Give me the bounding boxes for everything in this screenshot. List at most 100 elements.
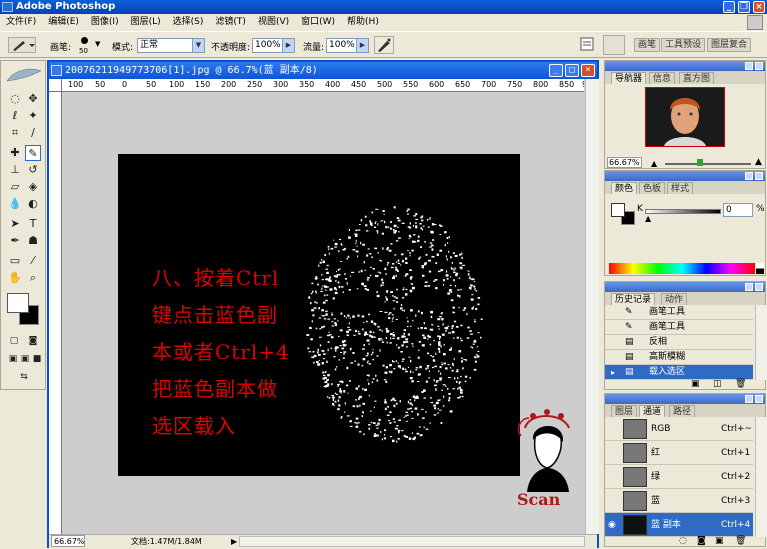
delete-icon[interactable]: 🗑 xyxy=(735,379,746,389)
doc-maximize-icon[interactable]: □ xyxy=(565,64,579,77)
channel-row-selected[interactable]: ◉ 蓝 副本 Ctrl+4 xyxy=(605,513,753,537)
slider-thumb[interactable] xyxy=(697,159,703,166)
doc-close-icon[interactable]: × xyxy=(581,64,595,77)
zoom-out-icon[interactable]: ▲ xyxy=(651,159,657,168)
palette-minimize-icon[interactable] xyxy=(745,395,753,403)
eraser-tool-icon[interactable]: ▱ xyxy=(7,179,23,195)
dodge-tool-icon[interactable]: ◐ xyxy=(25,196,41,212)
history-item[interactable]: ▤ 反相 xyxy=(605,335,753,350)
well-tab-brushes[interactable]: 画笔 xyxy=(634,38,661,52)
custom-shape-tool-icon[interactable]: ☗ xyxy=(25,233,41,249)
channel-row[interactable]: RGB Ctrl+~ xyxy=(605,417,753,441)
healing-brush-tool-icon[interactable]: ✚ xyxy=(7,145,23,161)
tab-channels[interactable]: 通道 xyxy=(639,405,666,417)
menu-edit[interactable]: 编辑(E) xyxy=(42,14,85,31)
horizontal-ruler[interactable]: 100 50 0 50 100 150 200 250 300 350 400 … xyxy=(62,79,584,92)
history-item[interactable]: ▤ 高斯模糊 xyxy=(605,350,753,365)
foreground-color-swatch[interactable] xyxy=(7,293,29,313)
tab-navigator[interactable]: 导航器 xyxy=(611,72,647,84)
k-value-field[interactable]: 0 xyxy=(723,203,753,217)
zoom-in-icon[interactable]: ▲ xyxy=(755,157,762,167)
navigator-preview[interactable] xyxy=(645,87,725,147)
menu-image[interactable]: 图像(I) xyxy=(85,14,125,31)
navigator-zoom-field[interactable]: 66.67% xyxy=(607,157,642,168)
crop-tool-icon[interactable]: ⌗ xyxy=(7,125,23,141)
palette-close-icon[interactable] xyxy=(755,62,763,70)
channel-row[interactable]: 红 Ctrl+1 xyxy=(605,441,753,465)
well-tab-layer-comps[interactable]: 图层复合 xyxy=(707,38,752,52)
tab-swatches[interactable]: 色板 xyxy=(639,182,666,194)
image-canvas[interactable]: 八、按着Ctrl 键点击蓝色副 本或者Ctrl+4 把蓝色副本做 选区载入 xyxy=(118,154,520,476)
airbrush-icon[interactable] xyxy=(374,36,394,54)
brush-picker[interactable]: 50 ▼ xyxy=(77,36,101,56)
menu-file[interactable]: 文件(F) xyxy=(0,14,42,31)
paint-bucket-tool-icon[interactable]: ◈ xyxy=(25,179,41,195)
palette-close-icon[interactable] xyxy=(755,283,763,291)
eyedropper-tool-icon[interactable]: ⁄ xyxy=(25,253,41,269)
path-selection-tool-icon[interactable]: ➤ xyxy=(7,216,23,232)
k-slider[interactable] xyxy=(645,209,721,214)
tab-info[interactable]: 信息 xyxy=(649,72,676,84)
brush-tool-icon[interactable]: ✎ xyxy=(25,145,41,161)
new-channel-icon[interactable]: ▣ xyxy=(715,536,724,546)
tab-histogram[interactable]: 直方图 xyxy=(679,72,715,84)
history-item[interactable]: ✎ 画笔工具 xyxy=(605,320,753,335)
load-channel-selection-icon[interactable]: ◌ xyxy=(679,536,687,546)
clone-stamp-tool-icon[interactable]: ⊥ xyxy=(7,162,23,178)
new-document-icon[interactable]: ▣ xyxy=(691,379,700,389)
well-tab-tool-presets[interactable]: 工具预设 xyxy=(661,38,706,52)
menu-layer[interactable]: 图层(L) xyxy=(125,14,167,31)
palette-close-icon[interactable] xyxy=(755,395,763,403)
palette-minimize-icon[interactable] xyxy=(745,283,753,291)
standard-mode-icon[interactable]: ▢ xyxy=(6,333,22,349)
slice-tool-icon[interactable]: ∕ xyxy=(25,125,41,141)
file-browser-icon[interactable] xyxy=(580,37,594,51)
minimize-icon[interactable]: _ xyxy=(723,1,735,13)
slider-thumb-icon[interactable]: ▲ xyxy=(645,214,651,223)
tab-actions[interactable]: 动作 xyxy=(661,293,688,305)
new-snapshot-icon[interactable]: ◫ xyxy=(713,379,722,389)
tab-styles[interactable]: 样式 xyxy=(667,182,694,194)
tab-paths[interactable]: 路径 xyxy=(669,405,696,417)
tab-history[interactable]: 历史记录 xyxy=(611,293,656,305)
channel-row[interactable]: 绿 Ctrl+2 xyxy=(605,465,753,489)
lasso-tool-icon[interactable]: ℓ xyxy=(7,108,23,124)
menu-window[interactable]: 窗口(W) xyxy=(295,14,341,31)
foreground-color-swatch[interactable] xyxy=(611,203,625,217)
pen-tool-icon[interactable]: ✒ xyxy=(7,233,23,249)
horizontal-scrollbar[interactable] xyxy=(239,536,585,547)
zoom-tool-icon[interactable]: ⌕ xyxy=(25,270,41,286)
zoom-field[interactable]: 66.67% xyxy=(51,535,85,547)
channels-scrollbar[interactable] xyxy=(755,417,767,537)
chevron-right-icon[interactable]: ▶ xyxy=(231,535,237,549)
quick-mask-icon[interactable]: ◙ xyxy=(25,333,41,349)
history-scrollbar[interactable] xyxy=(755,305,767,380)
doc-minimize-icon[interactable]: _ xyxy=(549,64,563,77)
move-tool-icon[interactable]: ✥ xyxy=(25,91,41,107)
menu-select[interactable]: 选择(S) xyxy=(167,14,210,31)
mode-select[interactable]: 正常 ▼ xyxy=(137,38,205,53)
palette-minimize-icon[interactable] xyxy=(745,62,753,70)
magic-wand-tool-icon[interactable]: ✦ xyxy=(25,108,41,124)
close-icon[interactable]: × xyxy=(753,1,765,13)
eye-icon[interactable]: ◉ xyxy=(608,513,616,537)
hand-tool-icon[interactable]: ✋ xyxy=(7,270,23,286)
flow-field[interactable]: 100% ▶ xyxy=(326,38,369,53)
marquee-tool-icon[interactable]: ◌ xyxy=(7,91,23,107)
opacity-field[interactable]: 100% ▶ xyxy=(252,38,295,53)
palette-close-icon[interactable] xyxy=(755,172,763,180)
blur-tool-icon[interactable]: 💧 xyxy=(7,196,23,212)
color-ramp[interactable] xyxy=(609,263,755,274)
notes-tool-icon[interactable]: ▭ xyxy=(7,253,23,269)
tab-color[interactable]: 颜色 xyxy=(611,182,638,194)
history-item[interactable]: ✎ 画笔工具 xyxy=(605,305,753,320)
jump-to-imageready-icon[interactable]: ⇆ xyxy=(9,369,39,385)
channel-row[interactable]: 蓝 Ctrl+3 xyxy=(605,489,753,513)
menu-filter[interactable]: 滤镜(T) xyxy=(209,14,252,31)
vertical-scrollbar[interactable] xyxy=(585,79,599,534)
history-item-selected[interactable]: ▸ ▤ 载入选区 xyxy=(605,365,753,380)
ruler-origin[interactable] xyxy=(49,79,62,92)
save-selection-icon[interactable]: ◙ xyxy=(697,536,706,546)
type-tool-icon[interactable]: T xyxy=(25,216,41,232)
black-white-ramp[interactable] xyxy=(756,263,764,274)
